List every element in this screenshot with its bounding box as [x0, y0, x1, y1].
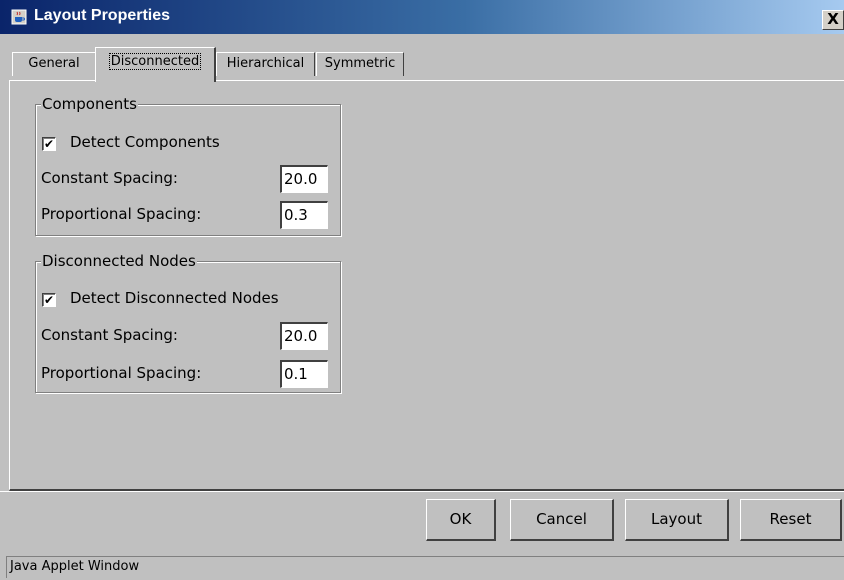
reset-button[interactable]: Reset [740, 499, 842, 541]
detect-disconnected-nodes-label: Detect Disconnected Nodes [70, 289, 279, 307]
components-constant-spacing-label: Constant Spacing: [41, 169, 178, 187]
tab-disconnected-label: Disconnected [108, 53, 202, 70]
components-constant-spacing-field[interactable]: 20.0 [280, 165, 328, 193]
disconnected-proportional-spacing-field[interactable]: 0.1 [280, 360, 328, 388]
applet-status-bar: Java Applet Window [6, 556, 844, 578]
tab-strip: General Disconnected Hierarchical Symmet… [0, 46, 844, 82]
ok-button[interactable]: OK [426, 499, 496, 541]
layout-button[interactable]: Layout [625, 499, 729, 541]
disconnected-nodes-group: Disconnected Nodes ✔ Detect Disconnected… [35, 252, 341, 393]
components-group-title: Components [41, 95, 138, 113]
tab-disconnected[interactable]: Disconnected [95, 47, 216, 82]
components-proportional-spacing-label: Proportional Spacing: [41, 205, 202, 223]
bottom-separator [0, 491, 844, 492]
check-mark-icon: ✔ [43, 137, 55, 151]
check-mark-icon: ✔ [43, 293, 55, 307]
components-proportional-spacing-field[interactable]: 0.3 [280, 201, 328, 229]
disconnected-proportional-spacing-label: Proportional Spacing: [41, 364, 202, 382]
java-cup-icon [11, 9, 27, 25]
cancel-button[interactable]: Cancel [510, 499, 614, 541]
tab-general-label: General [28, 56, 80, 71]
tab-hierarchical-label: Hierarchical [226, 56, 305, 71]
title-bar[interactable]: Layout Properties X [0, 0, 844, 34]
disconnected-nodes-group-title: Disconnected Nodes [41, 252, 197, 270]
disconnected-constant-spacing-field[interactable]: 20.0 [280, 322, 328, 350]
detect-components-checkbox[interactable]: ✔ [42, 137, 56, 151]
tab-hierarchical[interactable]: Hierarchical [216, 52, 315, 76]
components-group: Components ✔ Detect Components Constant … [35, 95, 341, 236]
disconnected-constant-spacing-label: Constant Spacing: [41, 326, 178, 344]
tab-symmetric[interactable]: Symmetric [316, 52, 404, 76]
tab-symmetric-label: Symmetric [324, 56, 396, 71]
detect-disconnected-nodes-checkbox[interactable]: ✔ [42, 293, 56, 307]
tab-general[interactable]: General [12, 52, 96, 76]
close-button[interactable]: X [822, 10, 844, 30]
detect-components-label: Detect Components [70, 133, 220, 151]
window-title: Layout Properties [34, 7, 171, 24]
